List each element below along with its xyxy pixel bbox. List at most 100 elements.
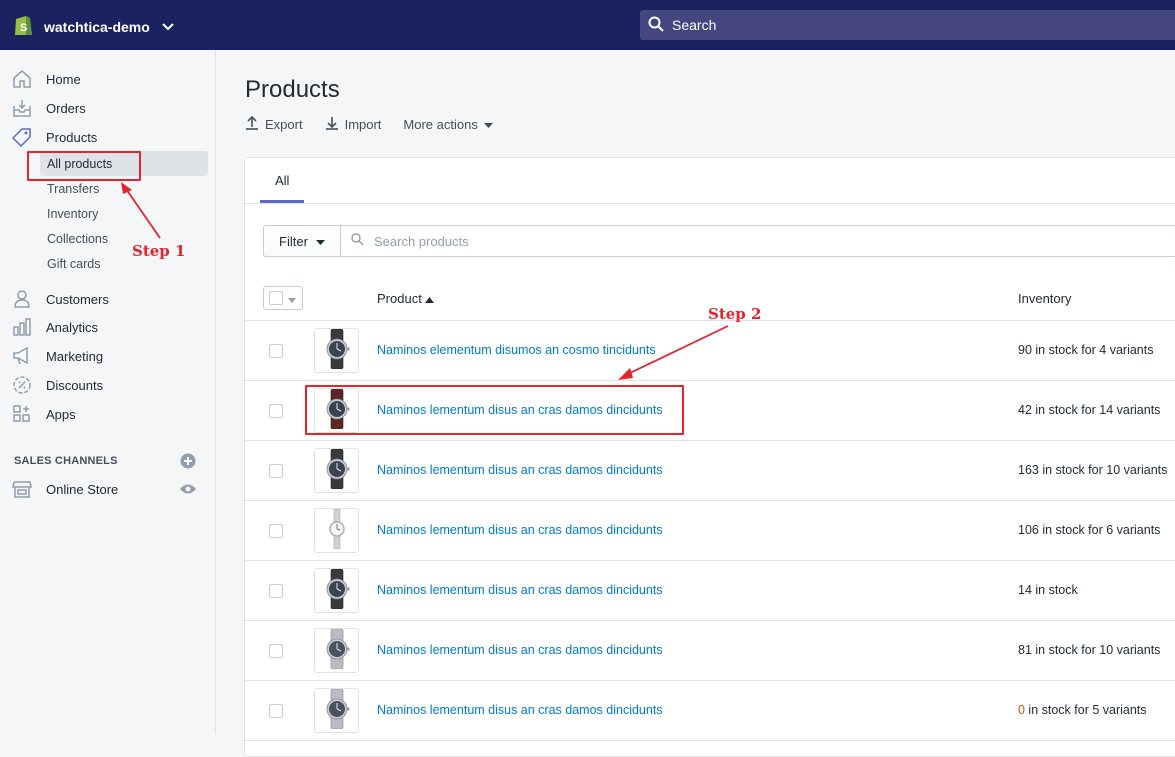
- inventory-count: 81: [1018, 643, 1032, 657]
- inventory-cell: 14 in stock: [1018, 583, 1078, 597]
- tag-icon: [12, 127, 32, 147]
- inventory-cell: 0 in stock for 5 variants: [1018, 703, 1147, 717]
- product-thumbnail[interactable]: [314, 568, 359, 613]
- inventory-text: in stock for 6 variants: [1038, 523, 1161, 537]
- step1-arrow-icon: [121, 182, 161, 239]
- sidebar-item-apps[interactable]: Apps: [12, 404, 76, 424]
- row-checkbox[interactable]: [269, 464, 283, 478]
- inventory-count: 90: [1018, 343, 1032, 357]
- step1-label: Step 1: [132, 242, 186, 260]
- bulk-select[interactable]: [263, 286, 303, 310]
- product-name-link[interactable]: Naminos lementum disus an cras damos din…: [377, 523, 663, 537]
- inventory-text: in stock: [1031, 583, 1078, 597]
- export-button[interactable]: Export: [245, 115, 303, 133]
- column-header-inventory[interactable]: Inventory: [1018, 291, 1071, 306]
- table-row[interactable]: Naminos lementum disus an cras damos din…: [245, 681, 1175, 741]
- watch-icon: [320, 448, 354, 492]
- inventory-cell: 106 in stock for 6 variants: [1018, 523, 1160, 537]
- sidebar-subitem-collections[interactable]: Collections: [47, 232, 108, 246]
- export-label: Export: [265, 117, 303, 132]
- orders-icon: [12, 98, 32, 118]
- shopify-logo-icon: S: [12, 13, 34, 40]
- inventory-text: in stock for 5 variants: [1024, 703, 1147, 717]
- inventory-text: in stock for 10 variants: [1038, 463, 1168, 477]
- sidebar-item-products[interactable]: Products: [12, 127, 97, 147]
- sidebar-item-label: Home: [46, 71, 81, 87]
- table-row[interactable]: Naminos lementum disus an cras damos din…: [245, 561, 1175, 621]
- row-checkbox[interactable]: [269, 644, 283, 658]
- sidebar-item-orders[interactable]: Orders: [12, 98, 86, 118]
- column-header-product[interactable]: Product: [377, 291, 435, 306]
- chevron-down-icon: [162, 20, 174, 34]
- filter-button[interactable]: Filter: [263, 225, 341, 257]
- products-card: All Filter Search products Product Inven…: [244, 157, 1175, 757]
- sidebar-item-home[interactable]: Home: [12, 69, 81, 89]
- store-switcher[interactable]: S watchtica-demo: [12, 13, 174, 40]
- global-search[interactable]: Search: [640, 10, 1175, 40]
- row-checkbox[interactable]: [269, 704, 283, 718]
- tab-divider: [245, 203, 1175, 204]
- sales-channels-heading: SALES CHANNELS: [14, 455, 118, 467]
- product-name-link[interactable]: Naminos lementum disus an cras damos din…: [377, 583, 663, 597]
- inventory-count: 42: [1018, 403, 1032, 417]
- bar-chart-icon: [12, 317, 32, 337]
- inventory-text: in stock for 14 variants: [1031, 403, 1161, 417]
- add-channel-icon[interactable]: [180, 453, 196, 472]
- sidebar-item-analytics[interactable]: Analytics: [12, 317, 98, 337]
- chevron-down-icon: [288, 291, 296, 306]
- store-icon: [12, 479, 32, 499]
- watch-icon: [320, 688, 354, 732]
- select-all-checkbox[interactable]: [269, 291, 283, 305]
- product-thumbnail[interactable]: [314, 448, 359, 493]
- watch-icon: [320, 328, 354, 372]
- row-checkbox[interactable]: [269, 404, 283, 418]
- table-row[interactable]: Naminos lementum disus an cras damos din…: [245, 441, 1175, 501]
- tab-all[interactable]: All: [260, 158, 305, 203]
- sidebar-subitem-gift-cards[interactable]: Gift cards: [47, 257, 101, 271]
- product-name-link[interactable]: Naminos lementum disus an cras damos din…: [377, 463, 663, 477]
- filter-label: Filter: [279, 233, 308, 249]
- discount-icon: [12, 375, 32, 395]
- sidebar-subitem-inventory[interactable]: Inventory: [47, 207, 98, 221]
- svg-text:S: S: [20, 22, 27, 34]
- row-checkbox[interactable]: [269, 344, 283, 358]
- sidebar-item-label: Products: [46, 129, 98, 145]
- sidebar-item-label: Analytics: [46, 319, 99, 335]
- product-name-link[interactable]: Naminos lementum disus an cras damos din…: [377, 643, 663, 657]
- more-actions-button[interactable]: More actions: [403, 116, 493, 133]
- eye-icon[interactable]: [179, 483, 197, 498]
- more-actions-label: More actions: [403, 117, 478, 132]
- product-thumbnail[interactable]: [314, 328, 359, 373]
- inventory-text: in stock for 10 variants: [1031, 643, 1161, 657]
- watch-icon: [320, 628, 354, 672]
- apps-icon: [12, 404, 32, 424]
- table-row[interactable]: Naminos lementum disus an cras damos din…: [245, 621, 1175, 681]
- search-icon: [648, 16, 664, 35]
- product-thumbnail[interactable]: [314, 628, 359, 673]
- product-thumbnail[interactable]: [314, 688, 359, 733]
- table-row[interactable]: Naminos lementum disus an cras damos din…: [245, 501, 1175, 561]
- sidebar-subitem-transfers[interactable]: Transfers: [47, 182, 99, 196]
- sidebar-item-discounts[interactable]: Discounts: [12, 375, 103, 395]
- step2-highlight-box: [305, 385, 684, 435]
- caret-down-icon: [483, 117, 493, 132]
- sidebar-item-customers[interactable]: Customers: [12, 289, 109, 309]
- sidebar-item-online-store[interactable]: Online Store: [12, 479, 118, 499]
- person-icon: [12, 289, 32, 309]
- product-search-input[interactable]: Search products: [340, 225, 1175, 257]
- product-thumbnail[interactable]: [314, 508, 359, 553]
- sidebar-item-label: Apps: [46, 406, 76, 422]
- top-bar: S watchtica-demo Search: [0, 0, 1175, 50]
- row-checkbox[interactable]: [269, 524, 283, 538]
- import-button[interactable]: Import: [325, 116, 381, 133]
- sidebar-item-label: Orders: [46, 100, 86, 116]
- megaphone-icon: [12, 346, 32, 366]
- product-name-link[interactable]: Naminos lementum disus an cras damos din…: [377, 703, 663, 717]
- step2-label: Step 2: [708, 305, 762, 323]
- row-checkbox[interactable]: [269, 584, 283, 598]
- inventory-count: 14: [1018, 583, 1032, 597]
- sidebar-item-marketing[interactable]: Marketing: [12, 346, 103, 366]
- inventory-count: 0: [1018, 703, 1025, 717]
- sort-ascending-icon: [425, 291, 435, 306]
- page-title: Products: [245, 76, 340, 103]
